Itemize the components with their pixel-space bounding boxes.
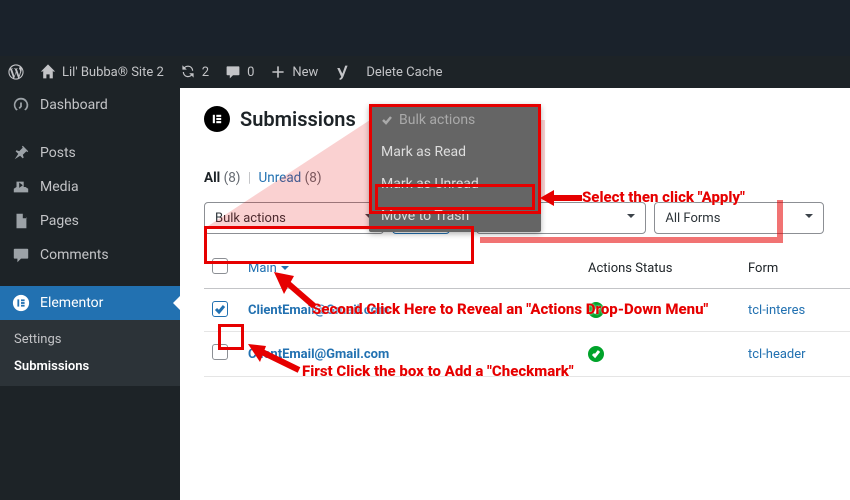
sidebar-item-label: Comments [40,247,109,263]
forms-filter-select[interactable]: All Forms [654,202,824,234]
col-actions-status: Actions Status [580,248,740,289]
dropdown-item-bulk[interactable]: Bulk actions [369,104,541,136]
forms-filter-value: All Forms [665,211,720,226]
select-all-checkbox[interactable] [212,258,228,274]
row-main-email[interactable]: ClientEmail@Gmail.com [248,303,389,318]
comments-count: 0 [247,65,254,80]
sidebar-item-label: Posts [40,145,76,161]
chevron-down-icon [803,210,815,226]
filter-unread[interactable]: Unread [259,170,302,186]
pin-icon [12,144,30,162]
row-checkbox[interactable] [212,344,228,360]
dropdown-item-label: Move to Trash [381,208,469,224]
comments-toolbar[interactable]: 0 [217,56,262,88]
plus-icon [270,64,286,80]
status-success-icon [588,302,604,318]
sidebar-item-elementor[interactable]: Elementor [0,286,180,320]
update-icon [180,64,196,80]
chevron-down-icon [625,210,637,226]
row-form-name[interactable]: tcl-interes [748,303,805,318]
col-form: Form [740,248,850,289]
table-header-row: Main Actions Status Form [204,248,850,289]
new-label: New [292,65,318,80]
sidebar-item-label: Dashboard [40,97,108,113]
yoast-button[interactable] [326,56,358,88]
admin-sidebar: Dashboard Posts Media Pages Comments Ele… [0,88,180,500]
sort-icon [280,263,290,273]
dashboard-icon [12,96,30,114]
new-button[interactable]: New [262,56,326,88]
elementor-badge-icon [204,106,230,132]
site-name[interactable]: Lil' Bubba® Site 2 [32,56,172,88]
row-checkbox[interactable] [212,301,228,317]
browser-blank-area [0,0,850,56]
wp-admin-bar: Lil' Bubba® Site 2 2 0 New Delete Cache [0,56,850,88]
comments-icon [12,246,30,264]
page-title: Submissions [240,107,356,131]
sidebar-item-label: Media [40,179,79,195]
dropdown-item-mark-read[interactable]: Mark as Read [369,136,541,168]
filter-unread-count: (8) [305,170,322,186]
table-row: ClientEmail@Gmail.com tcl-interes [204,289,850,332]
delete-cache-label: Delete Cache [366,65,442,80]
sidebar-item-media[interactable]: Media [0,170,180,204]
pages-icon [12,212,30,230]
yoast-icon [334,64,350,80]
dropdown-item-mark-unread[interactable]: Mark as Unread [369,168,541,200]
bulk-actions-select[interactable]: Bulk actions [204,202,384,234]
row-form-name[interactable]: tcl-header [748,347,806,362]
elementor-icon [12,294,30,312]
wordpress-icon [8,64,24,80]
sidebar-item-comments[interactable]: Comments [0,238,180,272]
media-icon [12,178,30,196]
updates-count: 2 [202,65,209,80]
bulk-actions-dropdown: Bulk actions Mark as Read Mark as Unread… [369,104,541,232]
dropdown-item-label: Mark as Unread [381,176,479,192]
filter-all[interactable]: All [204,170,220,186]
delete-cache[interactable]: Delete Cache [358,56,450,88]
sidebar-submenu: Settings Submissions [0,320,180,386]
sidebar-item-label: Elementor [40,295,103,311]
dropdown-item-label: Mark as Read [381,144,466,160]
check-icon [381,114,393,126]
table-row: ClientEmail@Gmail.com tcl-header [204,332,850,377]
sidebar-item-label: Pages [40,213,79,229]
status-success-icon [588,346,604,362]
sidebar-item-posts[interactable]: Posts [0,136,180,170]
site-name-text: Lil' Bubba® Site 2 [62,65,164,80]
submenu-submissions[interactable]: Submissions [0,353,180,380]
bulk-actions-value: Bulk actions [215,211,286,226]
home-icon [40,64,56,80]
submissions-table: Main Actions Status Form ClientEmail@Gma… [204,248,850,377]
col-main[interactable]: Main [240,248,580,289]
sidebar-item-dashboard[interactable]: Dashboard [0,88,180,122]
row-main-email[interactable]: ClientEmail@Gmail.com [248,347,389,362]
dropdown-item-label: Bulk actions [399,112,475,128]
wp-logo[interactable] [0,56,32,88]
updates[interactable]: 2 [172,56,217,88]
dropdown-item-move-trash[interactable]: Move to Trash [369,200,541,232]
filter-separator: | [244,170,255,186]
submenu-settings[interactable]: Settings [0,326,180,353]
comment-icon [225,64,241,80]
sidebar-item-pages[interactable]: Pages [0,204,180,238]
filter-all-count: (8) [224,170,241,186]
